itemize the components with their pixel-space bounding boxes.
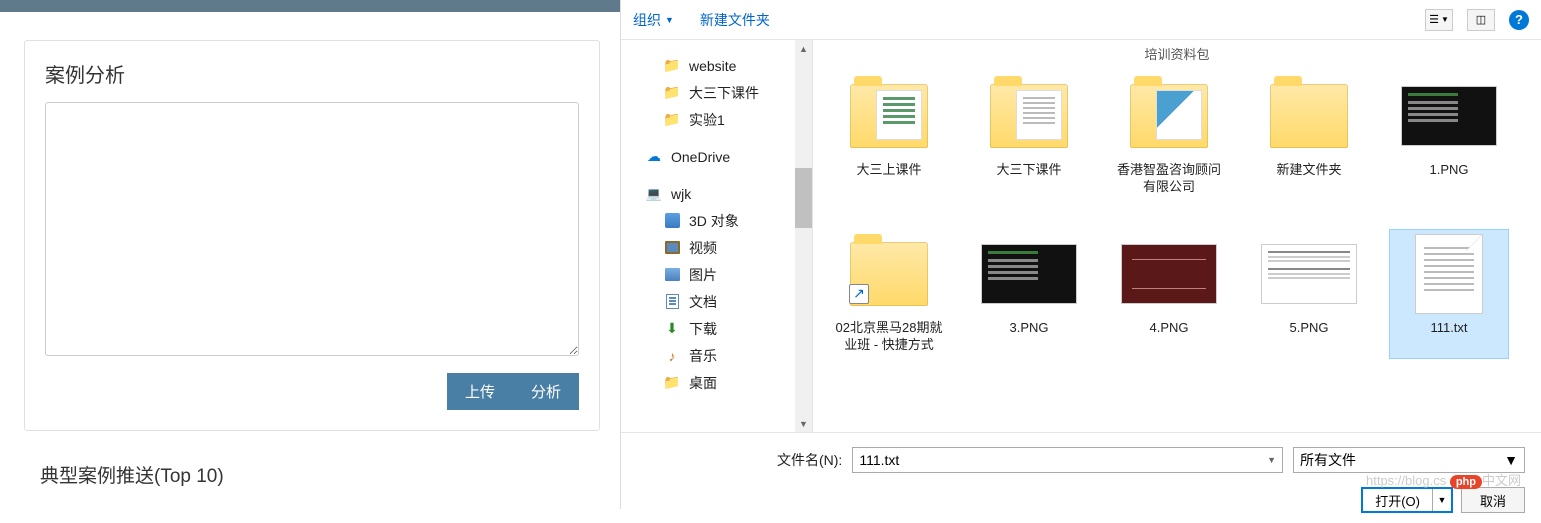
tree-item-onedrive[interactable]: ☁OneDrive [621,143,812,170]
cancel-button[interactable]: 取消 [1461,487,1525,513]
image-thumbnail [981,234,1077,314]
scroll-down-icon[interactable]: ▼ [795,415,812,432]
category-label: 培训资料包 [829,44,1525,63]
tree-item-dasanxia[interactable]: 📁大三下课件 [621,79,812,106]
folder-thumbnail [981,76,1077,156]
open-button[interactable]: 打开(O) ▼ [1361,487,1453,513]
pc-icon: 💻 [645,186,663,202]
downloads-icon: ⬇ [663,321,681,337]
dialog-body: 📁website 📁大三下课件 📁实验1 ☁OneDrive 💻wjk 3D 对… [621,40,1541,432]
tree-item-pictures[interactable]: 图片 [621,261,812,288]
file-item-image[interactable]: 5.PNG [1249,229,1369,359]
card-button-row: 上传 分析 [45,373,579,410]
chevron-down-icon: ▼ [665,15,674,25]
pictures-icon [663,267,681,283]
filetype-select[interactable]: 所有文件 ▼ [1293,447,1525,473]
filetype-value: 所有文件 [1300,450,1356,470]
tree-item-music[interactable]: ♪音乐 [621,342,812,369]
card-title: 案例分析 [45,59,579,88]
file-item-folder[interactable]: 大三上课件 [829,71,949,201]
folder-icon: 📁 [663,85,681,101]
preview-pane-button[interactable]: ◫ [1467,9,1495,31]
filename-value: 111.txt [859,452,899,468]
tree-item-downloads[interactable]: ⬇下载 [621,315,812,342]
analyze-button[interactable]: 分析 [513,373,579,410]
file-grid-area: 培训资料包 大三上课件 大三下课件 香港智盈咨询顾问有限公司 新建文件夹 [813,40,1541,432]
view-mode-button[interactable]: ☰ ▼ [1425,9,1453,31]
scroll-thumb[interactable] [795,168,812,228]
file-item-image[interactable]: 3.PNG [969,229,1089,359]
folder-thumbnail [841,76,937,156]
video-icon [663,240,681,256]
onedrive-icon: ☁ [645,149,663,165]
shortcut-arrow-icon: ↗ [849,284,869,304]
open-split-dropdown[interactable]: ▼ [1433,489,1451,511]
organize-button[interactable]: 组织 ▼ [633,10,674,30]
upload-button[interactable]: 上传 [447,373,513,410]
nav-tree: 📁website 📁大三下课件 📁实验1 ☁OneDrive 💻wjk 3D 对… [621,40,813,432]
dialog-footer: 文件名(N): 111.txt ▼ 所有文件 ▼ 打开(O) ▼ 取消 [621,432,1541,523]
file-item-image[interactable]: 4.PNG [1109,229,1229,359]
file-item-folder[interactable]: 大三下课件 [969,71,1089,201]
documents-icon [663,294,681,310]
file-item-folder[interactable]: 香港智盈咨询顾问有限公司 [1109,71,1229,201]
image-thumbnail [1261,234,1357,314]
web-header-bar [0,0,620,12]
file-item-image[interactable]: 1.PNG [1389,71,1509,201]
chevron-down-icon[interactable]: ▼ [1267,455,1276,465]
folder-thumbnail [1121,76,1217,156]
txt-thumbnail [1401,234,1497,314]
chevron-down-icon[interactable]: ▼ [1504,452,1518,468]
folder-icon: 📁 [663,112,681,128]
filename-label: 文件名(N): [777,450,842,470]
top10-heading: 典型案例推送(Top 10) [40,461,600,488]
music-icon: ♪ [663,348,681,364]
image-thumbnail [1401,76,1497,156]
folder-icon: 📁 [663,58,681,74]
scroll-up-icon[interactable]: ▲ [795,40,812,57]
tree-item-website[interactable]: 📁website [621,52,812,79]
file-item-shortcut[interactable]: ↗ 02北京黑马28期就业班 - 快捷方式 [829,229,949,359]
tree-item-desktop[interactable]: 📁桌面 [621,369,812,396]
organize-label: 组织 [633,10,661,30]
folder-thumbnail [1261,76,1357,156]
new-folder-button[interactable]: 新建文件夹 [700,10,770,30]
file-item-folder[interactable]: 新建文件夹 [1249,71,1369,201]
desktop-icon: 📁 [663,375,681,391]
open-button-label[interactable]: 打开(O) [1363,489,1433,511]
tree-scrollbar[interactable]: ▲ ▼ [795,40,812,432]
tree-item-pc[interactable]: 💻wjk [621,180,812,207]
file-item-txt-selected[interactable]: 111.txt [1389,229,1509,359]
dialog-toolbar: 组织 ▼ 新建文件夹 ☰ ▼ ◫ ? [621,0,1541,40]
image-thumbnail [1121,234,1217,314]
filename-input[interactable]: 111.txt ▼ [852,447,1283,473]
3d-objects-icon [663,213,681,229]
tree-item-shiyan1[interactable]: 📁实验1 [621,106,812,133]
case-textarea[interactable] [45,102,579,356]
web-panel: 案例分析 上传 分析 典型案例推送(Top 10) [0,0,620,509]
tree-item-3d[interactable]: 3D 对象 [621,207,812,234]
help-icon[interactable]: ? [1509,10,1529,30]
file-open-dialog: 组织 ▼ 新建文件夹 ☰ ▼ ◫ ? 📁website 📁大三下课件 📁实验1 … [620,0,1541,509]
tree-item-video[interactable]: 视频 [621,234,812,261]
tree-item-documents[interactable]: 文档 [621,288,812,315]
shortcut-thumbnail: ↗ [841,234,937,314]
case-analysis-card: 案例分析 上传 分析 [24,40,600,431]
